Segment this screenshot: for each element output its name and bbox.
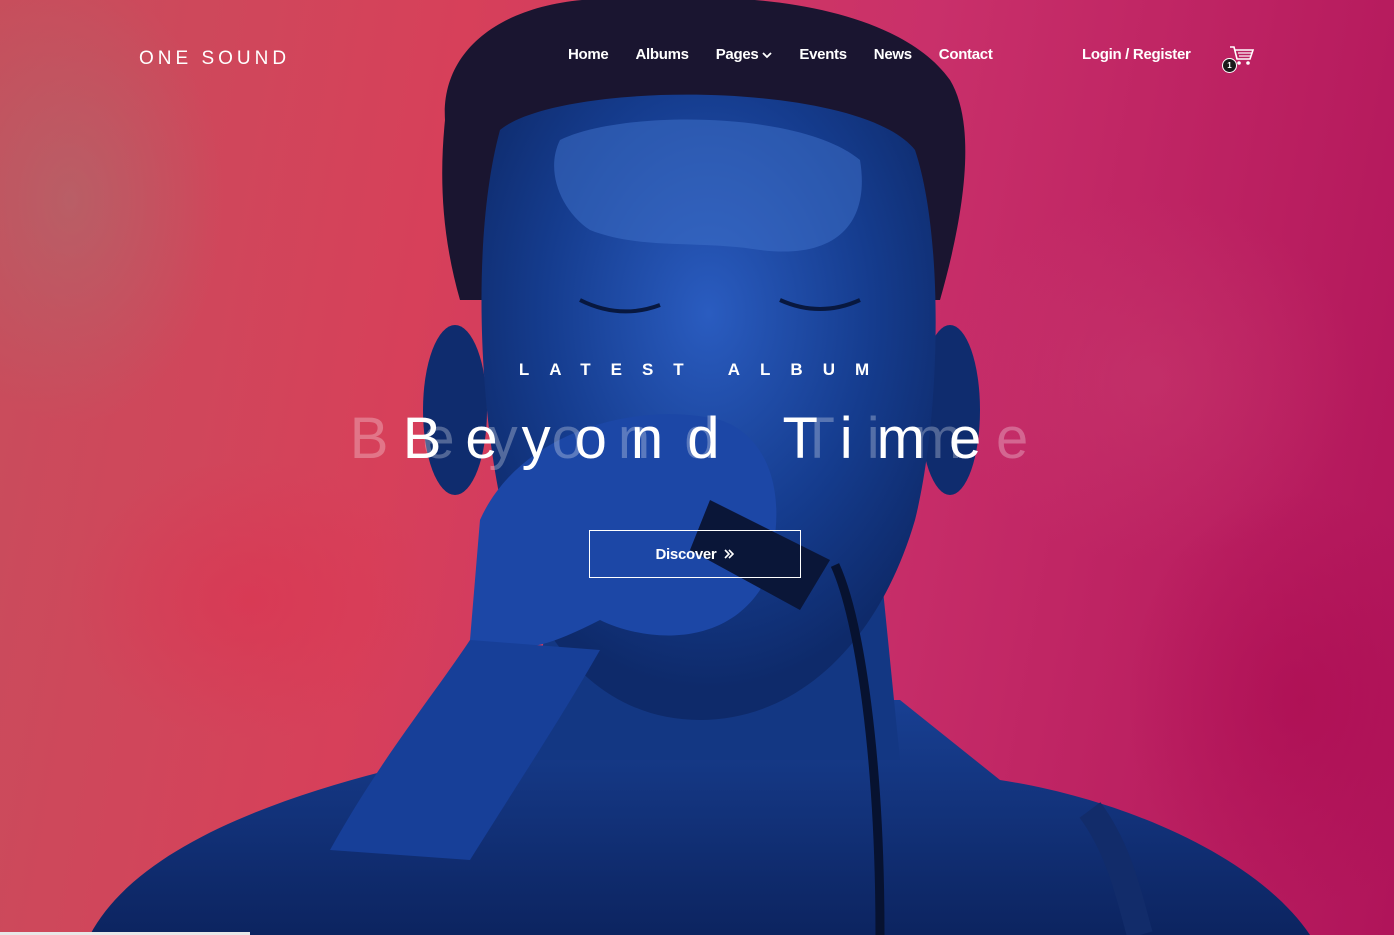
login-register-link[interactable]: Login / Register	[1082, 46, 1191, 63]
double-chevron-right-icon	[724, 549, 735, 559]
nav-item-pages[interactable]: Pages	[716, 46, 773, 63]
nav-item-events[interactable]: Events	[799, 46, 847, 63]
nav-item-label: Home	[568, 46, 609, 63]
nav-item-label: Contact	[938, 46, 993, 63]
nav-item-label: Events	[799, 46, 847, 63]
nav-item-label: News	[873, 46, 912, 63]
hero-section: ONE SOUND Home Albums Pages Events News	[0, 0, 1394, 935]
nav-item-label: Albums	[635, 46, 689, 63]
main-menu: Home Albums Pages Events News Contact	[568, 46, 993, 63]
nav-item-albums[interactable]: Albums	[635, 46, 689, 63]
hero-eyebrow: LATEST ALBUM	[518, 360, 890, 379]
discover-button[interactable]: Discover	[589, 530, 801, 578]
cart-button[interactable]: 1	[1222, 44, 1255, 73]
site-logo[interactable]: ONE SOUND	[139, 48, 290, 70]
chevron-down-icon	[762, 51, 773, 58]
nav-item-label: Pages	[715, 46, 759, 63]
nav-item-news[interactable]: News	[874, 46, 912, 63]
nav-item-contact[interactable]: Contact	[939, 46, 993, 63]
nav-item-home[interactable]: Home	[568, 46, 609, 63]
cart-count-badge: 1	[1222, 58, 1237, 73]
discover-button-label: Discover	[655, 545, 717, 563]
hero-title-wrap: Beyond Time Beyond Time	[0, 405, 1394, 485]
top-navigation: ONE SOUND Home Albums Pages Events News	[0, 0, 1394, 115]
hero-title: Beyond Time	[402, 406, 1006, 471]
